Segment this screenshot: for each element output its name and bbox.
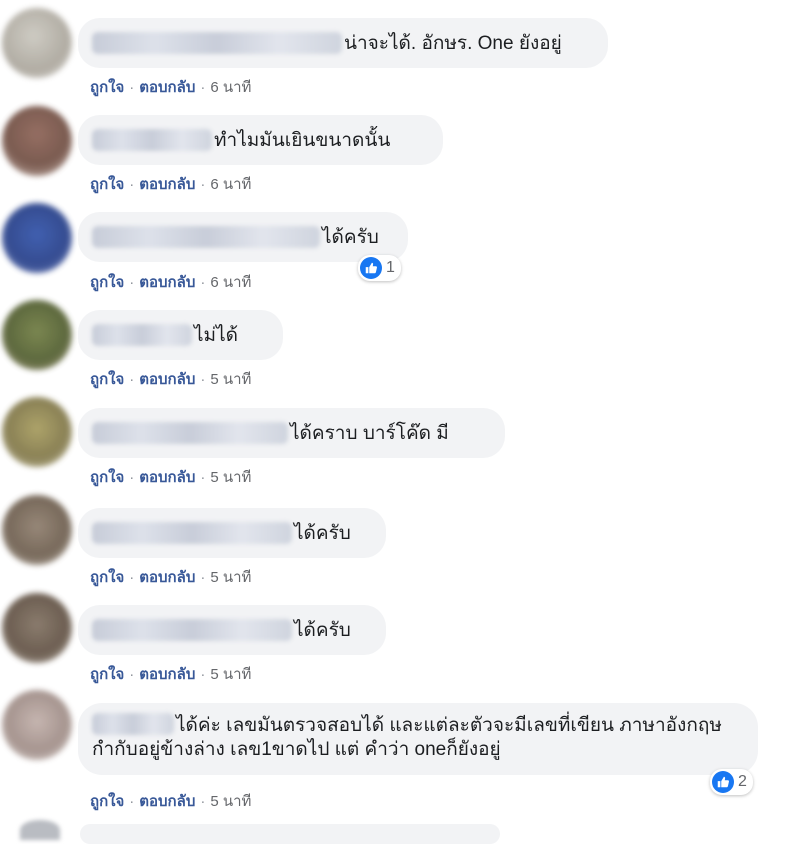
timestamp[interactable]: 6 นาที [210,176,251,193]
like-link[interactable]: ถูกใจ [90,176,124,193]
like-link[interactable]: ถูกใจ [90,79,124,96]
like-link[interactable]: ถูกใจ [90,469,124,486]
comment-bubble: ได้ครับ [78,605,386,655]
author-name[interactable] [92,422,288,444]
comment-bubble: ไม่ได้ [78,310,283,360]
comment-text: ได้คราบ บาร์โค๊ด มี [290,423,449,444]
author-name[interactable] [92,713,174,735]
comment-text: ไม่ได้ [194,325,238,346]
comment-text: ทำไมมันเยินขนาดนั้น [214,130,391,151]
reaction-number: 1 [386,259,395,276]
avatar[interactable] [2,203,72,273]
comment-text-wrap: ได้ค่ะ เลขมันตรวจสอบได้ และแต่ละตัวจะมีเ… [92,713,740,762]
comment-actions: ถูกใจ · ตอบกลับ · 5 นาที [90,793,252,810]
like-link[interactable]: ถูกใจ [90,274,124,291]
avatar[interactable] [2,397,72,467]
like-link[interactable]: ถูกใจ [90,666,124,683]
timestamp[interactable]: 5 นาที [210,569,251,586]
comment-text: ได้ครับ [322,227,379,248]
timestamp[interactable]: 6 นาที [210,79,251,96]
avatar[interactable] [2,106,72,176]
comment-bubble: ได้คราบ บาร์โค๊ด มี [78,408,505,458]
reply-link[interactable]: ตอบกลับ [139,371,195,388]
comment-text: ได้ค่ะ เลขมันตรวจสอบได้ และแต่ละตัวจะมีเ… [92,715,722,760]
thumbs-up-icon [360,257,382,279]
comment-actions: ถูกใจ · ตอบกลับ · 6 นาที [90,79,252,96]
timestamp[interactable]: 5 นาที [210,666,251,683]
comment-bubble [80,824,500,844]
comment-actions: ถูกใจ · ตอบกลับ · 5 นาที [90,371,252,388]
like-link[interactable]: ถูกใจ [90,793,124,810]
like-link[interactable]: ถูกใจ [90,371,124,388]
avatar[interactable] [2,300,72,370]
avatar[interactable] [2,8,72,78]
reply-link[interactable]: ตอบกลับ [139,79,195,96]
reply-link[interactable]: ตอบกลับ [139,666,195,683]
reply-link[interactable]: ตอบกลับ [139,274,195,291]
avatar[interactable] [20,820,60,840]
reaction-count[interactable]: 2 [710,769,753,795]
timestamp[interactable]: 5 นาที [210,469,251,486]
comment-text: ได้ครับ [294,620,351,641]
comment-text: ได้ครับ [294,523,351,544]
like-link[interactable]: ถูกใจ [90,569,124,586]
comment-actions: ถูกใจ · ตอบกลับ · 5 นาที [90,469,252,486]
reply-link[interactable]: ตอบกลับ [139,793,195,810]
reply-link[interactable]: ตอบกลับ [139,176,195,193]
comment-actions: ถูกใจ · ตอบกลับ · 5 นาที [90,666,252,683]
comment-bubble: ได้ค่ะ เลขมันตรวจสอบได้ และแต่ละตัวจะมีเ… [78,703,758,775]
author-name[interactable] [92,522,292,544]
author-name[interactable] [92,226,320,248]
comment-bubble: ได้ครับ [78,212,408,262]
reply-link[interactable]: ตอบกลับ [139,469,195,486]
timestamp[interactable]: 6 นาที [210,274,251,291]
comment-bubble: น่าจะได้. อักษร. One ยังอยู่ [78,18,608,68]
reaction-number: 2 [738,773,747,790]
thumbs-up-icon [712,771,734,793]
author-name[interactable] [92,324,192,346]
reaction-count[interactable]: 1 [358,255,401,281]
avatar[interactable] [2,690,72,760]
comment-actions: ถูกใจ · ตอบกลับ · 6 นาที [90,274,252,291]
comment-bubble: ทำไมมันเยินขนาดนั้น [78,115,443,165]
author-name[interactable] [92,619,292,641]
reply-link[interactable]: ตอบกลับ [139,569,195,586]
comment-actions: ถูกใจ · ตอบกลับ · 5 นาที [90,569,252,586]
avatar[interactable] [2,495,72,565]
timestamp[interactable]: 5 นาที [210,793,251,810]
timestamp[interactable]: 5 นาที [210,371,251,388]
comment-text: น่าจะได้. อักษร. One ยังอยู่ [344,33,562,54]
comment-actions: ถูกใจ · ตอบกลับ · 6 นาที [90,176,252,193]
author-name[interactable] [92,129,212,151]
comment-bubble: ได้ครับ [78,508,386,558]
author-name[interactable] [92,32,342,54]
avatar[interactable] [2,593,72,663]
